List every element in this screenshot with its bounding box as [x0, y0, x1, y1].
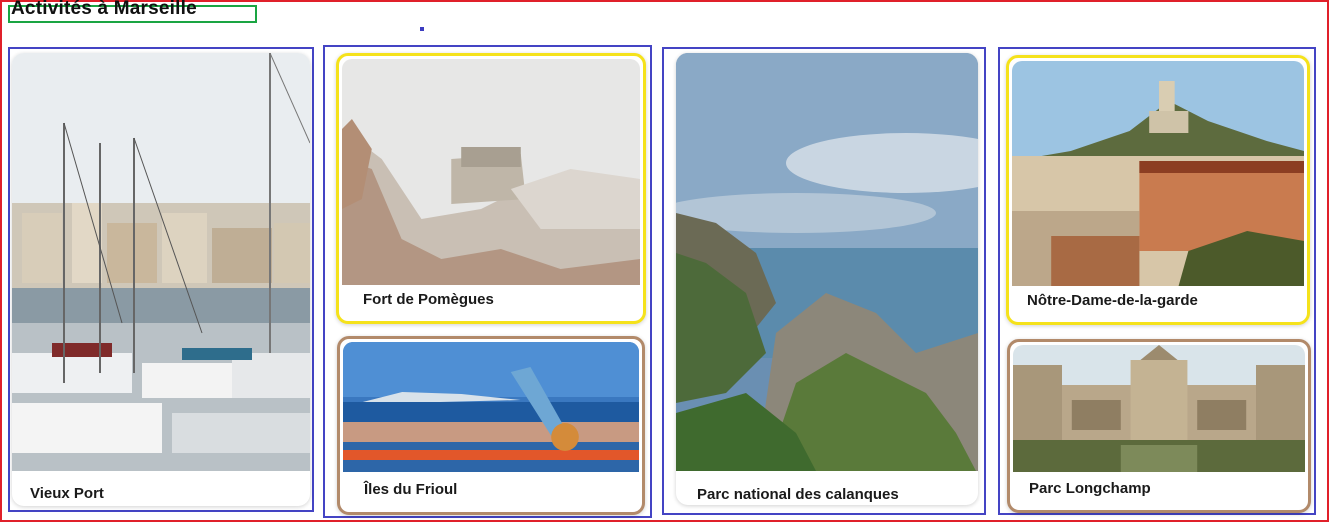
title-box: Activités à Marseille	[8, 0, 257, 23]
parc-longchamp-label: Parc Longchamp	[1029, 480, 1151, 497]
card-parc-national-des-calanques[interactable]: Parc national des calanques	[676, 53, 978, 505]
column-4: Nôtre-Dame-de-la-garde Parc Longchamp	[998, 47, 1316, 515]
column-1: Vieux Port	[8, 47, 314, 512]
card-parc-longchamp[interactable]: Parc Longchamp	[1007, 339, 1311, 513]
vieux-port-photo	[12, 53, 310, 471]
card-iles-du-frioul[interactable]: Îles du Frioul	[337, 336, 645, 515]
iles-du-frioul-label: Îles du Frioul	[364, 481, 458, 498]
column-2: Fort de Pomègues Îles du Frioul	[323, 45, 652, 518]
notre-dame-label: Nôtre-Dame-de-la-garde	[1027, 292, 1198, 309]
page-title: Activités à Marseille	[11, 0, 197, 19]
parc-longchamp-photo	[1013, 345, 1305, 472]
fort-de-pomegues-photo	[342, 59, 640, 285]
column-3: Parc national des calanques	[662, 47, 986, 515]
calanques-label: Parc national des calanques	[697, 486, 899, 503]
card-fort-de-pomegues[interactable]: Fort de Pomègues	[336, 53, 646, 324]
vieux-port-label: Vieux Port	[30, 485, 104, 502]
card-notre-dame-de-la-garde[interactable]: Nôtre-Dame-de-la-garde	[1006, 55, 1310, 325]
iles-du-frioul-photo	[343, 342, 639, 472]
notre-dame-photo	[1012, 61, 1304, 286]
fort-de-pomegues-label: Fort de Pomègues	[363, 291, 494, 308]
marker-dot	[420, 27, 424, 31]
calanques-photo	[676, 53, 978, 471]
card-vieux-port[interactable]: Vieux Port	[12, 53, 310, 506]
